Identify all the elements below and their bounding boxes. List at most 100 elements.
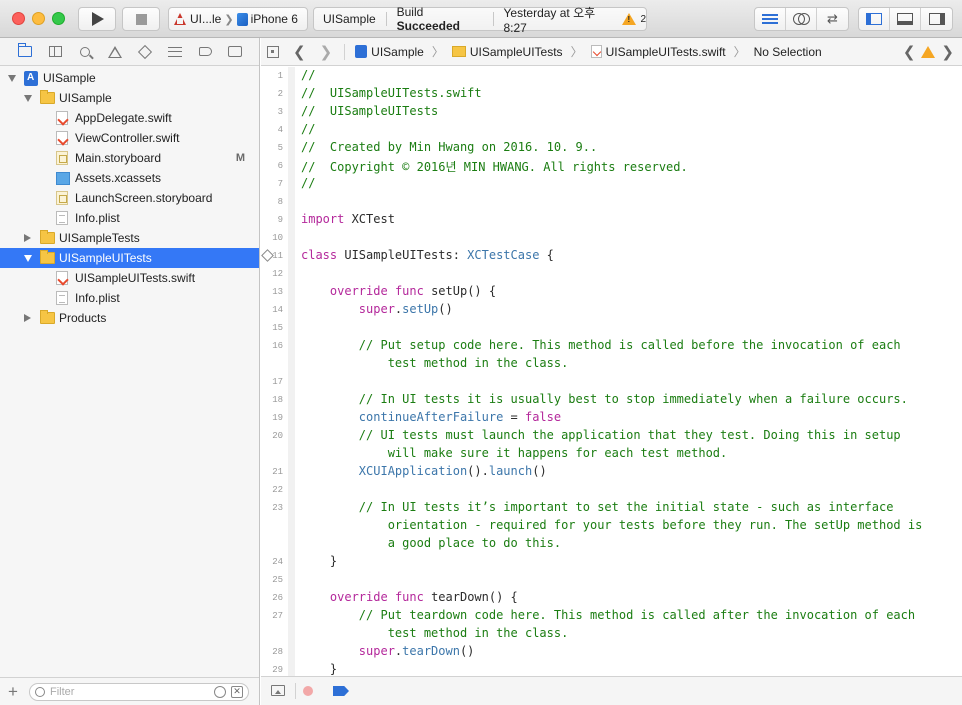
warning-icon[interactable] [921,46,936,58]
previous-issue-button[interactable]: ❮ [903,43,916,61]
code-token: func [394,590,424,604]
tree-item[interactable]: Info.plist [0,208,259,228]
code-line: // UI tests must launch the application … [301,428,901,442]
tab-breakpoint-navigator[interactable] [190,42,220,62]
issue-navigation: ❮ ❯ [903,43,954,61]
tab-debug-navigator[interactable] [160,42,190,62]
test-diamond-icon [137,44,153,59]
version-editor-button[interactable]: ⇄ [817,8,848,30]
code-token: // Copyright © 2016년 MIN HWANG. All righ… [301,160,688,174]
breadcrumb-project[interactable]: UISample [371,45,424,59]
breadcrumb-group[interactable]: UISampleUITests [470,45,563,59]
storyboard-icon [56,191,68,205]
editor-mode-control: ⇄ [754,7,849,31]
tab-project-navigator[interactable] [10,42,40,62]
tree-item[interactable]: UISample [0,68,259,88]
show-debug-area-icon[interactable] [271,685,285,696]
window-toolbar: UI...le ❯ iPhone 6 UISample Build Succee… [0,0,962,38]
toggle-navigator-button[interactable] [859,8,890,30]
navigator-filter-bar: + ✕ [0,677,259,705]
tree-item[interactable]: Assets.xcassets [0,168,259,188]
toggle-debug-area-button[interactable] [890,8,921,30]
standard-editor-icon [762,14,778,24]
breadcrumb-symbol[interactable]: No Selection [754,45,822,59]
disclosure-closed-icon[interactable] [24,314,31,322]
assistant-editor-icon [793,13,810,25]
jumpbar-divider [344,43,346,60]
standard-editor-button[interactable] [755,8,786,30]
tree-item[interactable]: Info.plist [0,288,259,308]
filter-input[interactable] [50,685,210,699]
tree-item[interactable]: Products [0,308,259,328]
source-control-filter-icon[interactable]: ✕ [231,686,243,698]
breadcrumb-file[interactable]: UISampleUITests.swift [606,45,726,59]
search-icon [80,46,90,57]
source-editor[interactable]: 1 // 2 // UISampleUITests.swift 3 // UISample… [261,67,962,676]
tree-item-label: UISampleUITests.swift [75,271,196,285]
swift-file-icon [56,111,68,125]
code-line: orientation - required for your tests be… [301,518,923,532]
disclosure-open-icon[interactable] [8,74,16,82]
forward-button[interactable]: ❯ [320,43,333,61]
code-token: } [301,662,338,676]
breakpoints-toggle-icon[interactable] [333,686,349,696]
disclosure-open-icon[interactable] [24,94,32,102]
scheme-selector[interactable]: UI...le ❯ iPhone 6 [168,7,308,31]
code-token: // [301,176,316,190]
line-number: 15 [272,323,283,333]
line-number: 20 [272,431,283,441]
code-token: XCTestCase [467,248,540,262]
line-number: 1 [277,71,283,81]
stop-button[interactable] [122,7,160,31]
line-number: 16 [272,341,283,351]
project-icon [355,45,368,58]
related-items-icon[interactable] [267,45,279,58]
code-token: UISampleUITests: [337,248,468,262]
assistant-editor-button[interactable] [786,8,817,30]
code-folding-ribbon[interactable] [288,67,295,676]
code-token: override [329,284,388,298]
code-line: // [301,122,315,136]
next-issue-button[interactable]: ❯ [941,43,954,61]
warning-icon[interactable]: ! [622,13,637,25]
tree-item-label: Info.plist [75,211,120,225]
minimize-window-button[interactable] [32,12,45,25]
tree-item[interactable]: Main.storyboard M [0,148,259,168]
tab-report-navigator[interactable] [220,42,250,62]
code-token: () [532,464,547,478]
zoom-window-button[interactable] [52,12,65,25]
close-window-button[interactable] [12,12,25,25]
tab-find-navigator[interactable] [70,42,100,62]
tree-item[interactable]: AppDelegate.swift [0,108,259,128]
run-button[interactable] [78,7,116,31]
line-number: 14 [272,305,283,315]
tree-item[interactable]: UISampleTests [0,228,259,248]
recent-files-icon[interactable] [214,686,226,698]
tree-item[interactable]: ViewController.swift [0,128,259,148]
toggle-utilities-button[interactable] [921,8,952,30]
code-token: super [358,302,395,316]
code-token: override [329,590,388,604]
line-number: 12 [272,269,283,279]
tree-item[interactable]: LaunchScreen.storyboard [0,188,259,208]
tree-item[interactable]: UISampleUITests.swift [0,268,259,288]
tab-symbol-navigator[interactable] [40,42,70,62]
activity-status-value: Succeeded [396,19,460,33]
filter-field[interactable]: ✕ [29,683,249,701]
warning-count[interactable]: 2 [640,14,646,25]
tree-item[interactable]: UISampleUITests [0,248,259,268]
code-line: override func tearDown() { [301,590,518,604]
activity-viewer[interactable]: UISample Build Succeeded Yesterday at 오후… [313,5,647,35]
disclosure-open-icon[interactable] [24,254,32,262]
tab-test-navigator[interactable] [130,42,160,62]
back-button[interactable]: ❮ [293,43,306,61]
folder-icon [40,90,55,104]
code-token: { [539,248,554,262]
add-file-button[interactable]: + [8,682,18,702]
tab-issue-navigator[interactable] [100,42,130,62]
code-token: // Created by Min Hwang on 2016. 10. 9.. [301,140,598,154]
disclosure-closed-icon[interactable] [24,234,31,242]
tree-item[interactable]: UISample [0,88,259,108]
